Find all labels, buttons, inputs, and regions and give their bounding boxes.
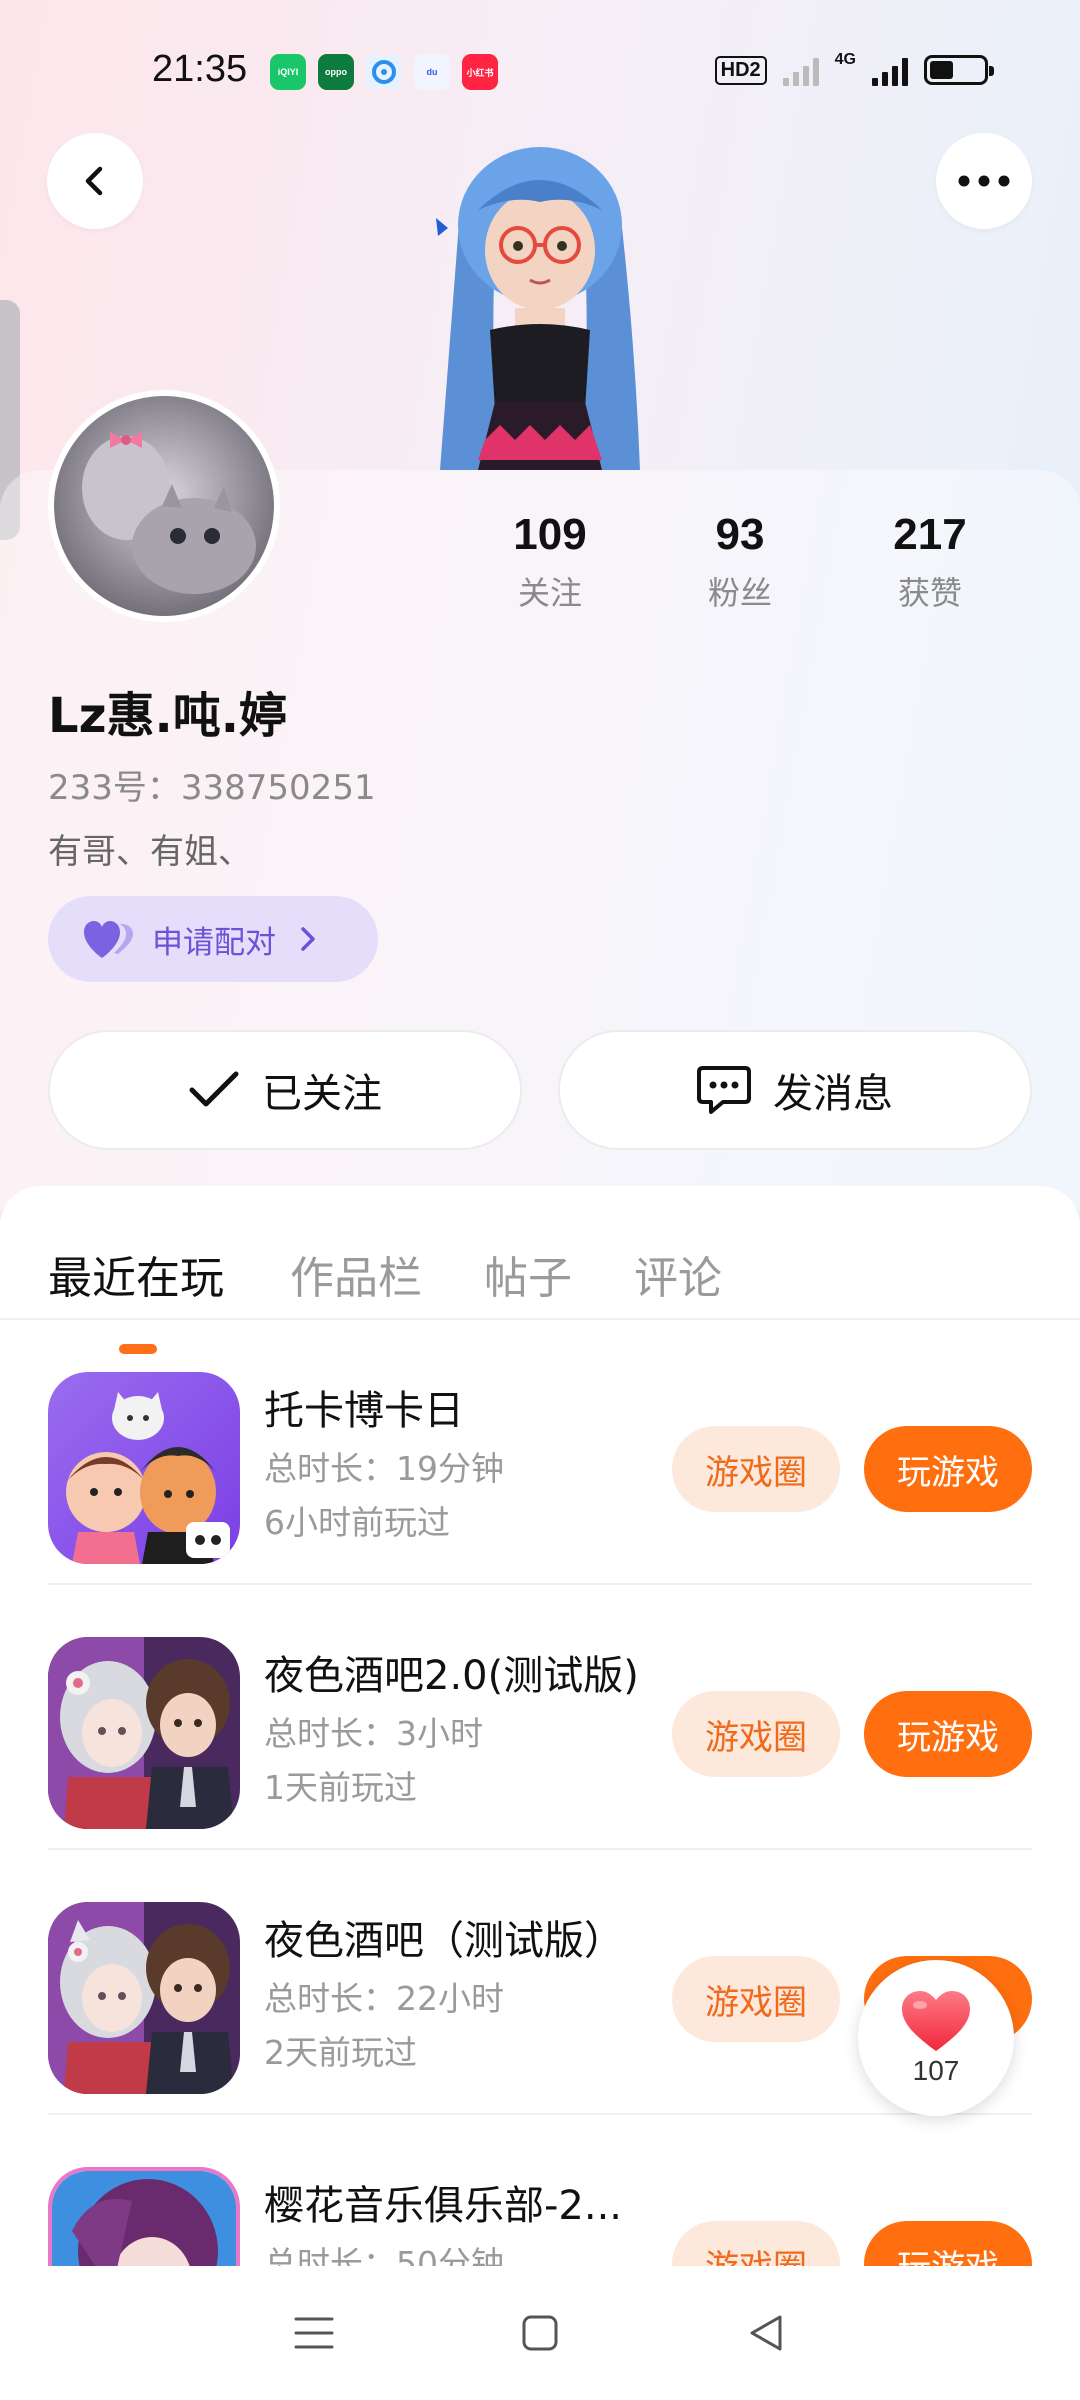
tab-recently-played[interactable]: 最近在玩: [48, 1242, 224, 1306]
profile-tabs: 最近在玩 作品栏 帖子 评论: [0, 1222, 1080, 1354]
game-list-item[interactable]: 托卡博卡日 总时长：19分钟 6小时前玩过 游戏圈 玩游戏: [48, 1320, 1032, 1585]
profile-stats: 109 关注 93 粉丝 217 获赞: [460, 510, 1020, 614]
xiaohongshu-app-icon: 小红书: [462, 54, 498, 90]
game-play-duration: 总时长：22小时: [264, 1979, 504, 2018]
user-bio: 有哥、有姐、: [48, 832, 252, 872]
game-last-played: 2天前玩过: [264, 2033, 417, 2072]
more-options-button[interactable]: [936, 133, 1032, 229]
game-icon-night-bar-2: [48, 1637, 240, 1829]
sim2-signal-icon: [872, 54, 908, 86]
user-avatar[interactable]: [48, 390, 280, 622]
like-floating-button[interactable]: 107: [858, 1960, 1014, 2116]
avatar-photo: [54, 396, 274, 616]
game-name: 夜色酒吧2.0(测试版): [264, 1653, 639, 1699]
iqiyi-app-icon: iQIYI: [270, 54, 306, 90]
status-system-icons: HD2 4G: [714, 51, 994, 86]
battery-level-fill: [930, 61, 954, 79]
send-message-button[interactable]: 发消息: [558, 1030, 1032, 1150]
stat-following-label: 关注: [517, 574, 582, 612]
stat-likes-count: 217: [893, 510, 967, 559]
back-button[interactable]: [47, 133, 143, 229]
send-message-label: 发消息: [773, 1071, 893, 1117]
request-pair-button[interactable]: 申请配对: [48, 896, 378, 982]
chevron-right-icon: [301, 927, 315, 951]
game-last-played: 6小时前玩过: [264, 1503, 450, 1542]
sim1-signal-icon: [782, 54, 819, 86]
play-game-button[interactable]: 玩游戏: [864, 1691, 1032, 1777]
network-type-label: 4G: [834, 51, 856, 68]
status-time: 21:35: [152, 48, 248, 90]
game-circle-button[interactable]: 游戏圈: [672, 2221, 840, 2266]
stat-likes[interactable]: 217 获赞: [840, 510, 1020, 614]
status-notification-icons: iQIYI oppo du 小红书: [270, 54, 498, 90]
stat-followers-count: 93: [715, 510, 765, 559]
game-list-item[interactable]: 夜色酒吧2.0(测试版) 总时长：3小时 1天前玩过 游戏圈 玩游戏: [48, 1585, 1032, 1850]
game-icon-toca-boca: [48, 1372, 240, 1564]
game-list-item[interactable]: 樱花音乐俱乐部-2... 总时长：50分钟 游戏圈 玩游戏: [48, 2115, 1032, 2266]
game-name: 托卡博卡日: [264, 1388, 464, 1434]
play-game-button[interactable]: 玩游戏: [864, 2221, 1032, 2266]
game-name: 樱花音乐俱乐部-2...: [264, 2183, 623, 2229]
stat-following[interactable]: 109 关注: [460, 510, 640, 614]
hd-voice-icon: HD2: [714, 55, 767, 85]
more-dots-icon: [958, 175, 1010, 187]
battery-icon: [924, 55, 994, 85]
game-play-duration: 总时长：3小时: [264, 1714, 483, 1753]
double-heart-icon: [84, 921, 133, 958]
stat-following-count: 109: [513, 510, 587, 559]
oppo-app-icon: oppo: [318, 54, 354, 90]
system-navigation-bar: [0, 2266, 1080, 2400]
tab-comments[interactable]: 评论: [634, 1242, 722, 1306]
game-circle-button[interactable]: 游戏圈: [672, 1956, 840, 2042]
game-icon-sakura-music-club: [48, 2167, 240, 2266]
back-nav-icon[interactable]: [746, 2313, 786, 2353]
menu-icon[interactable]: [294, 2315, 334, 2351]
game-icon-night-bar: [48, 1902, 240, 2094]
user-id: 233号：338750251: [48, 768, 376, 808]
baidu-app-icon: du: [414, 54, 450, 90]
followed-label: 已关注: [262, 1071, 382, 1117]
avatar-character-illustration: [436, 147, 640, 470]
stat-followers-label: 粉丝: [707, 574, 772, 612]
game-play-duration: 总时长：19分钟: [264, 1449, 504, 1488]
game-play-duration: 总时长：50分钟: [264, 2244, 504, 2266]
home-icon[interactable]: [521, 2314, 559, 2352]
username: Lz惠.吨.婷: [48, 688, 287, 744]
chevron-left-icon: [85, 166, 103, 196]
tab-posts[interactable]: 帖子: [484, 1242, 572, 1306]
play-game-button[interactable]: 玩游戏: [864, 1426, 1032, 1512]
checkmark-icon: [189, 1071, 239, 1107]
status-bar: 21:35 iQIYI oppo du 小红书 HD2 4G: [0, 0, 1080, 140]
tab-works[interactable]: 作品栏: [290, 1242, 422, 1306]
game-circle-button[interactable]: 游戏圈: [672, 1426, 840, 1512]
stat-likes-label: 获赞: [897, 574, 962, 612]
browser-app-icon: [366, 54, 402, 90]
followed-button[interactable]: 已关注: [48, 1030, 522, 1150]
game-last-played: 1天前玩过: [264, 1768, 417, 1807]
chat-bubble-icon: [697, 1066, 751, 1114]
request-pair-label: 申请配对: [152, 924, 276, 961]
stat-followers[interactable]: 93 粉丝: [650, 510, 830, 614]
heart-icon: [902, 1991, 970, 2051]
game-circle-button[interactable]: 游戏圈: [672, 1691, 840, 1777]
like-count: 107: [912, 2055, 960, 2086]
game-name: 夜色酒吧（测试版）: [264, 1918, 624, 1964]
